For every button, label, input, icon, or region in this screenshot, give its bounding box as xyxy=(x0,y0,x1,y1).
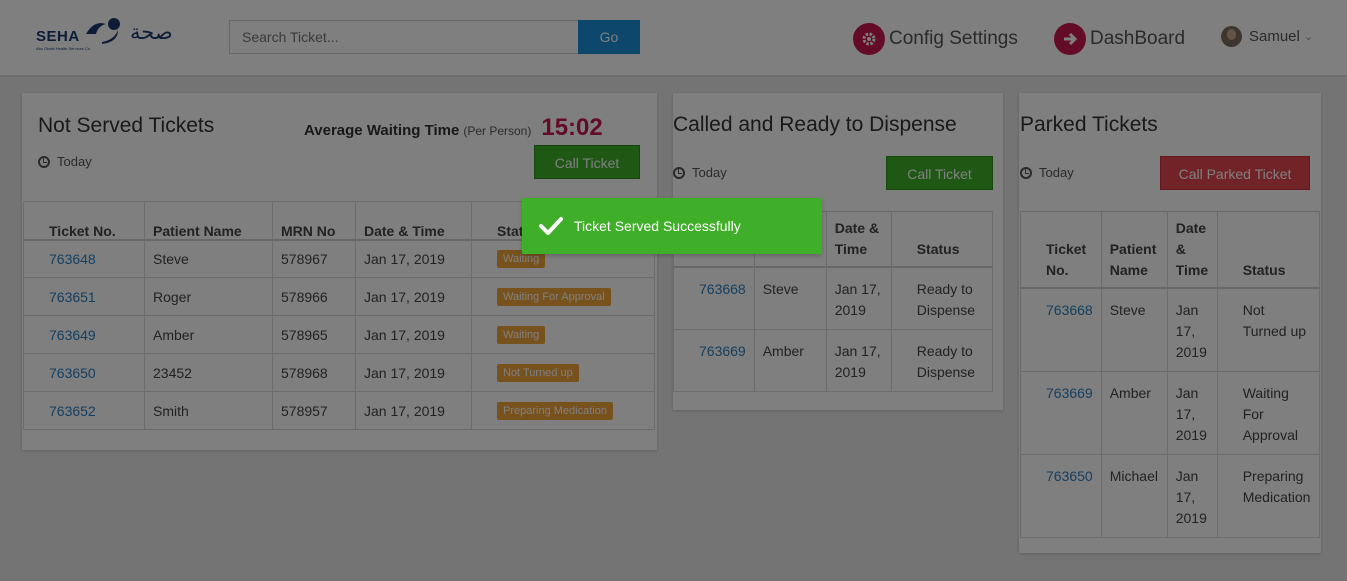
checkmark-icon xyxy=(539,217,563,235)
success-toast: Ticket Served Successfully xyxy=(522,198,822,254)
modal-backdrop[interactable] xyxy=(0,0,1347,581)
toast-message: Ticket Served Successfully xyxy=(574,218,741,234)
